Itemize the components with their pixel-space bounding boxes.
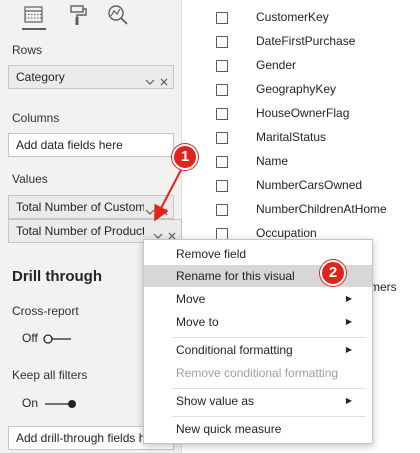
drill-through-placeholder: Add drill-through fields here (16, 431, 163, 445)
columns-placeholder: Add data fields here (16, 138, 123, 152)
checkbox[interactable] (216, 36, 228, 48)
cross-report-state: Off (22, 331, 38, 345)
checkbox[interactable] (216, 180, 228, 192)
field-name: CustomerKey (256, 10, 329, 24)
triangle-right-icon: ▶ (345, 294, 352, 303)
toggle-off-icon (43, 334, 72, 344)
field-item[interactable]: GeographyKey (210, 80, 420, 100)
triangle-right-icon: ▶ (345, 317, 352, 326)
callout-1: 1 (172, 144, 198, 170)
values-field-2-name: Total Number of Products (16, 224, 144, 238)
menu-move-to[interactable]: Move to ▶ (144, 311, 372, 333)
field-item[interactable]: Name (210, 152, 420, 172)
chevron-down-icon[interactable] (145, 202, 155, 215)
menu-label: Rename for this visual (176, 269, 295, 283)
columns-label: Columns (12, 111, 60, 125)
field-name: Name (256, 154, 289, 168)
field-item[interactable]: CustomerKey (210, 8, 420, 28)
menu-label: Move (176, 292, 206, 306)
checkbox[interactable] (216, 84, 228, 96)
field-name: NumberChildrenAtHome (256, 202, 387, 216)
menu-move[interactable]: Move ▶ (144, 288, 372, 310)
keep-filters-toggle[interactable]: On (22, 396, 79, 410)
cross-report-label: Cross-report (12, 304, 79, 318)
checkbox[interactable] (216, 132, 228, 144)
menu-show-value-as[interactable]: Show value as ▶ (144, 390, 372, 412)
field-name: Occupation (256, 226, 317, 240)
menu-conditional-formatting[interactable]: Conditional formatting ▶ (144, 339, 372, 361)
chevron-down-icon[interactable] (145, 72, 155, 85)
menu-remove-conditional-formatting: Remove conditional formatting (144, 362, 372, 384)
toggle-on-icon (45, 399, 77, 408)
menu-label: Remove conditional formatting (176, 366, 339, 380)
drill-through-title: Drill through (12, 268, 102, 285)
menu-label: New quick measure (176, 422, 282, 436)
menu-separator (172, 416, 366, 417)
field-item[interactable]: MaritalStatus (210, 128, 420, 148)
checkbox[interactable] (216, 204, 228, 216)
values-field-1-name: Total Number of Customers (16, 200, 144, 214)
menu-separator (172, 337, 366, 338)
menu-label: Remove field (176, 247, 247, 261)
analytics-tab-icon[interactable] (106, 4, 130, 30)
field-name: MaritalStatus (256, 130, 327, 144)
values-field-1[interactable]: Total Number of Customers (8, 195, 174, 219)
keep-filters-state: On (22, 396, 39, 410)
rows-label: Rows (12, 43, 43, 57)
field-name: Gender (256, 58, 297, 72)
field-item[interactable]: NumberChildrenAtHome (210, 200, 420, 220)
columns-drop-well[interactable]: Add data fields here (8, 133, 174, 157)
menu-label: Show value as (176, 394, 255, 408)
field-name: GeographyKey (256, 82, 337, 96)
field-name: mers (370, 280, 397, 294)
close-icon[interactable] (159, 72, 169, 86)
field-name: NumberCarsOwned (256, 178, 363, 192)
menu-separator (172, 388, 366, 389)
rows-field-well[interactable]: Category (8, 65, 174, 89)
checkbox[interactable] (216, 108, 228, 120)
checkbox[interactable] (216, 60, 228, 72)
field-item[interactable]: Gender (210, 56, 420, 76)
cross-report-toggle[interactable]: Off (22, 331, 79, 345)
field-item[interactable]: NumberCarsOwned (210, 176, 420, 196)
keep-filters-label: Keep all filters (12, 368, 88, 382)
menu-label: Move to (176, 315, 219, 329)
field-name: DateFirstPurchase (256, 34, 356, 48)
menu-new-quick-measure[interactable]: New quick measure (144, 418, 372, 440)
triangle-right-icon: ▶ (345, 345, 352, 354)
field-item-partial: mers (370, 278, 420, 298)
values-label: Values (12, 172, 48, 186)
checkbox[interactable] (216, 156, 228, 168)
checkbox[interactable] (216, 12, 228, 24)
format-tab-icon[interactable] (66, 4, 90, 30)
chevron-down-icon[interactable] (153, 226, 163, 239)
rows-field-name: Category (16, 70, 65, 84)
callout-2: 2 (320, 260, 346, 286)
close-icon[interactable] (167, 226, 177, 240)
field-item[interactable]: DateFirstPurchase (210, 32, 420, 52)
field-name: HouseOwnerFlag (256, 106, 350, 120)
fields-tab-icon[interactable] (22, 4, 46, 30)
menu-label: Conditional formatting (176, 343, 293, 357)
triangle-right-icon: ▶ (345, 396, 352, 405)
field-item[interactable]: HouseOwnerFlag (210, 104, 420, 124)
close-icon[interactable] (159, 202, 169, 216)
